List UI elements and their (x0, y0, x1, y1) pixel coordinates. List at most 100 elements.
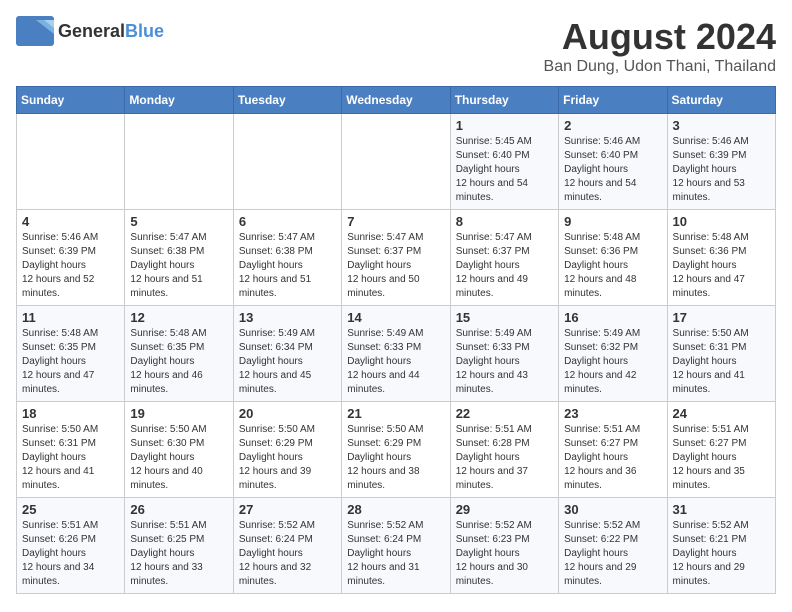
calendar-cell: 21 Sunrise: 5:50 AMSunset: 6:29 PMDayligh… (342, 402, 450, 498)
calendar-week-row: 1 Sunrise: 5:45 AMSunset: 6:40 PMDaylight… (17, 114, 776, 210)
weekday-header-sunday: Sunday (17, 87, 125, 114)
weekday-header-saturday: Saturday (667, 87, 775, 114)
day-info: Sunrise: 5:51 AMSunset: 6:28 PMDaylight … (456, 423, 553, 493)
calendar-cell: 28 Sunrise: 5:52 AMSunset: 6:24 PMDayligh… (342, 498, 450, 594)
calendar-cell: 23Sunrise: 5:51 AMSunset: 6:27 PMDayligh… (559, 402, 667, 498)
day-number: 16 (564, 310, 661, 325)
day-number: 26 (130, 502, 227, 517)
page-header: GeneralBlue August 2024 Ban Dung, Udon T… (16, 16, 776, 76)
day-info: Sunrise: 5:50 AMSunset: 6:31 PMDaylight … (673, 327, 770, 397)
day-number: 24 (673, 406, 770, 421)
calendar-week-row: 18Sunrise: 5:50 AMSunset: 6:31 PMDayligh… (17, 402, 776, 498)
day-number: 8 (456, 214, 553, 229)
calendar-cell: 3 Sunrise: 5:46 AMSunset: 6:39 PMDaylight… (667, 114, 775, 210)
day-info: Sunrise: 5:50 AMSunset: 6:29 PMDaylight … (347, 423, 444, 493)
day-number: 9 (564, 214, 661, 229)
calendar-cell: 17 Sunrise: 5:50 AMSunset: 6:31 PMDayligh… (667, 306, 775, 402)
calendar-cell (17, 114, 125, 210)
day-number: 6 (239, 214, 336, 229)
weekday-header-tuesday: Tuesday (233, 87, 341, 114)
calendar-week-row: 11Sunrise: 5:48 AMSunset: 6:35 PMDayligh… (17, 306, 776, 402)
calendar-cell: 15Sunrise: 5:49 AMSunset: 6:33 PMDayligh… (450, 306, 558, 402)
calendar-cell: 5 Sunrise: 5:47 AMSunset: 6:38 PMDaylight… (125, 210, 233, 306)
calendar-cell: 19Sunrise: 5:50 AMSunset: 6:30 PMDayligh… (125, 402, 233, 498)
calendar-cell: 26Sunrise: 5:51 AMSunset: 6:25 PMDayligh… (125, 498, 233, 594)
day-info: Sunrise: 5:48 AMSunset: 6:35 PMDaylight … (130, 327, 227, 397)
day-number: 1 (456, 118, 553, 133)
day-info: Sunrise: 5:45 AMSunset: 6:40 PMDaylight … (456, 135, 553, 205)
day-info: Sunrise: 5:49 AMSunset: 6:32 PMDaylight … (564, 327, 661, 397)
day-number: 3 (673, 118, 770, 133)
day-number: 7 (347, 214, 444, 229)
day-number: 21 (347, 406, 444, 421)
calendar-cell: 13Sunrise: 5:49 AMSunset: 6:34 PMDayligh… (233, 306, 341, 402)
calendar-cell: 29 Sunrise: 5:52 AMSunset: 6:23 PMDayligh… (450, 498, 558, 594)
logo-icon (16, 16, 54, 46)
day-number: 18 (22, 406, 119, 421)
calendar-cell: 11Sunrise: 5:48 AMSunset: 6:35 PMDayligh… (17, 306, 125, 402)
day-info: Sunrise: 5:52 AMSunset: 6:22 PMDaylight … (564, 519, 661, 589)
day-info: Sunrise: 5:52 AMSunset: 6:21 PMDaylight … (673, 519, 770, 589)
calendar-cell (342, 114, 450, 210)
calendar-cell: 14Sunrise: 5:49 AMSunset: 6:33 PMDayligh… (342, 306, 450, 402)
weekday-header-row: SundayMondayTuesdayWednesdayThursdayFrid… (17, 87, 776, 114)
logo-general: General (58, 21, 125, 41)
calendar-cell: 1 Sunrise: 5:45 AMSunset: 6:40 PMDaylight… (450, 114, 558, 210)
day-info: Sunrise: 5:52 AMSunset: 6:24 PMDaylight … (347, 519, 444, 589)
day-number: 22 (456, 406, 553, 421)
day-info: Sunrise: 5:48 AMSunset: 6:36 PMDaylight … (673, 231, 770, 301)
day-number: 29 (456, 502, 553, 517)
day-info: Sunrise: 5:47 AMSunset: 6:37 PMDaylight … (456, 231, 553, 301)
calendar-week-row: 25 Sunrise: 5:51 AMSunset: 6:26 PMDayligh… (17, 498, 776, 594)
day-info: Sunrise: 5:47 AMSunset: 6:37 PMDaylight … (347, 231, 444, 301)
day-number: 25 (22, 502, 119, 517)
day-info: Sunrise: 5:50 AMSunset: 6:30 PMDaylight … (130, 423, 227, 493)
calendar-cell: 30 Sunrise: 5:52 AMSunset: 6:22 PMDayligh… (559, 498, 667, 594)
calendar-cell: 16 Sunrise: 5:49 AMSunset: 6:32 PMDayligh… (559, 306, 667, 402)
calendar-cell: 27Sunrise: 5:52 AMSunset: 6:24 PMDayligh… (233, 498, 341, 594)
calendar-cell: 22 Sunrise: 5:51 AMSunset: 6:28 PMDayligh… (450, 402, 558, 498)
location-subtitle: Ban Dung, Udon Thani, Thailand (544, 58, 776, 76)
weekday-header-thursday: Thursday (450, 87, 558, 114)
calendar-cell (233, 114, 341, 210)
day-number: 12 (130, 310, 227, 325)
title-block: August 2024 Ban Dung, Udon Thani, Thaila… (544, 16, 776, 76)
day-number: 30 (564, 502, 661, 517)
calendar-cell: 24 Sunrise: 5:51 AMSunset: 6:27 PMDayligh… (667, 402, 775, 498)
day-info: Sunrise: 5:52 AMSunset: 6:23 PMDaylight … (456, 519, 553, 589)
calendar-cell: 9 Sunrise: 5:48 AMSunset: 6:36 PMDaylight… (559, 210, 667, 306)
weekday-header-monday: Monday (125, 87, 233, 114)
day-info: Sunrise: 5:46 AMSunset: 6:39 PMDaylight … (673, 135, 770, 205)
day-number: 27 (239, 502, 336, 517)
day-info: Sunrise: 5:47 AMSunset: 6:38 PMDaylight … (130, 231, 227, 301)
calendar-cell: 25 Sunrise: 5:51 AMSunset: 6:26 PMDayligh… (17, 498, 125, 594)
day-number: 31 (673, 502, 770, 517)
day-info: Sunrise: 5:46 AMSunset: 6:39 PMDaylight … (22, 231, 119, 301)
month-year-title: August 2024 (544, 16, 776, 58)
day-number: 17 (673, 310, 770, 325)
calendar-cell (125, 114, 233, 210)
day-number: 4 (22, 214, 119, 229)
day-number: 5 (130, 214, 227, 229)
day-info: Sunrise: 5:47 AMSunset: 6:38 PMDaylight … (239, 231, 336, 301)
day-info: Sunrise: 5:51 AMSunset: 6:27 PMDaylight … (564, 423, 661, 493)
day-info: Sunrise: 5:49 AMSunset: 6:33 PMDaylight … (456, 327, 553, 397)
day-info: Sunrise: 5:51 AMSunset: 6:27 PMDaylight … (673, 423, 770, 493)
calendar-cell: 31 Sunrise: 5:52 AMSunset: 6:21 PMDayligh… (667, 498, 775, 594)
day-info: Sunrise: 5:48 AMSunset: 6:35 PMDaylight … (22, 327, 119, 397)
calendar-cell: 7 Sunrise: 5:47 AMSunset: 6:37 PMDaylight… (342, 210, 450, 306)
logo: GeneralBlue (16, 16, 164, 46)
day-info: Sunrise: 5:46 AMSunset: 6:40 PMDaylight … (564, 135, 661, 205)
calendar-table: SundayMondayTuesdayWednesdayThursdayFrid… (16, 86, 776, 594)
calendar-cell: 8 Sunrise: 5:47 AMSunset: 6:37 PMDaylight… (450, 210, 558, 306)
calendar-cell: 18Sunrise: 5:50 AMSunset: 6:31 PMDayligh… (17, 402, 125, 498)
calendar-cell: 6 Sunrise: 5:47 AMSunset: 6:38 PMDaylight… (233, 210, 341, 306)
calendar-cell: 10Sunrise: 5:48 AMSunset: 6:36 PMDayligh… (667, 210, 775, 306)
day-info: Sunrise: 5:51 AMSunset: 6:26 PMDaylight … (22, 519, 119, 589)
day-info: Sunrise: 5:48 AMSunset: 6:36 PMDaylight … (564, 231, 661, 301)
day-number: 28 (347, 502, 444, 517)
calendar-cell: 20Sunrise: 5:50 AMSunset: 6:29 PMDayligh… (233, 402, 341, 498)
weekday-header-friday: Friday (559, 87, 667, 114)
day-number: 2 (564, 118, 661, 133)
calendar-week-row: 4 Sunrise: 5:46 AMSunset: 6:39 PMDaylight… (17, 210, 776, 306)
